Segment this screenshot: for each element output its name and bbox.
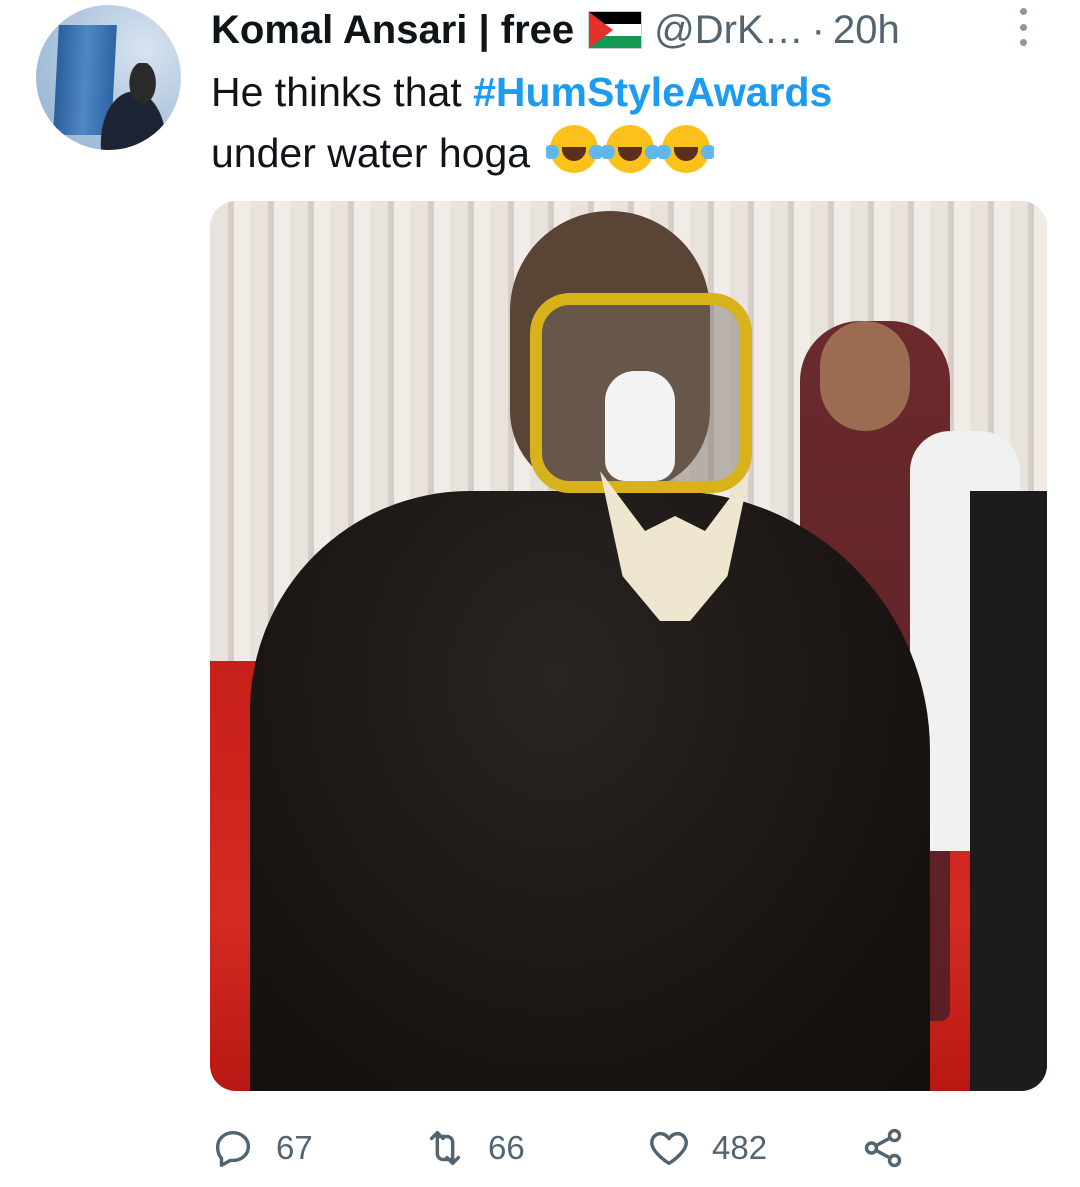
author-name[interactable]: Komal Ansari | free <box>211 8 574 53</box>
reply-button[interactable]: 67 <box>210 1118 313 1178</box>
author-handle[interactable]: @DrK… <box>654 8 804 53</box>
retweet-icon <box>429 1130 461 1166</box>
timestamp[interactable]: 20h <box>833 8 900 53</box>
tweet-text-part: He thinks that <box>211 69 474 115</box>
more-icon[interactable] <box>1012 8 1034 46</box>
photo-mask-nose <box>605 371 675 481</box>
like-count: 482 <box>712 1129 768 1166</box>
photo-background-person <box>970 491 1047 1091</box>
palestine-flag-icon <box>588 11 643 49</box>
photo-background-head <box>820 321 910 431</box>
share-button[interactable] <box>860 1118 906 1178</box>
photo-suit <box>250 491 930 1091</box>
tweet-actions: 67 66 482 <box>210 1118 1030 1178</box>
reply-icon <box>215 1130 251 1167</box>
avatar[interactable] <box>36 5 181 150</box>
tweet-header: Komal Ansari | free @DrK… · 20h <box>211 8 900 52</box>
like-button[interactable]: 482 <box>646 1118 767 1178</box>
tweet-photo[interactable] <box>210 201 1047 1091</box>
separator: · <box>811 7 825 52</box>
tears-of-joy-emoji-icon <box>545 125 602 173</box>
avatar-person <box>92 63 181 150</box>
retweet-count: 66 <box>488 1129 525 1166</box>
retweet-button[interactable]: 66 <box>422 1118 525 1178</box>
tweet-text-part: under water hoga <box>211 130 531 176</box>
tears-of-joy-emoji-icon <box>601 125 658 173</box>
share-icon <box>864 1128 902 1168</box>
reply-count: 67 <box>276 1129 313 1166</box>
hashtag-link[interactable]: #HumStyleAwards <box>473 69 832 115</box>
tears-of-joy-emoji-icon <box>657 125 714 173</box>
tweet-text: He thinks that #HumStyleAwards under wat… <box>211 62 1031 184</box>
like-icon <box>650 1131 688 1166</box>
